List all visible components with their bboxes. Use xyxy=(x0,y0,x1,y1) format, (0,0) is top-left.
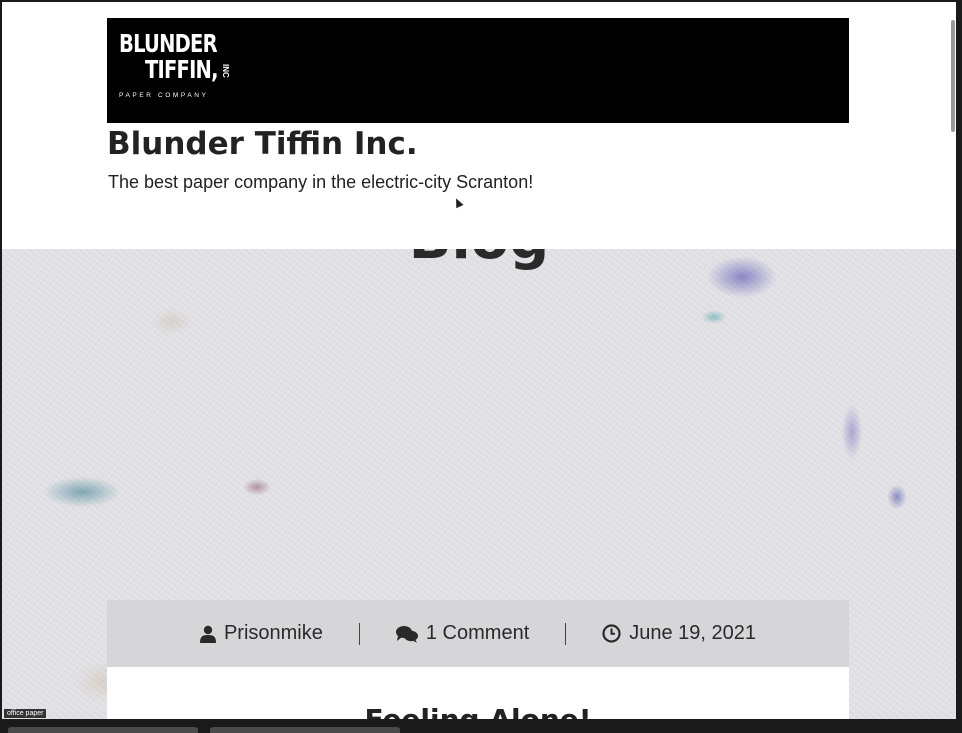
meta-divider xyxy=(358,622,360,645)
taskbar xyxy=(0,719,962,733)
post-meta-bar: Prisonmike 1 Comment June 19, 2021 xyxy=(107,600,849,667)
post-title[interactable]: Feeling Alone! xyxy=(107,703,849,719)
site-header: BLUNDER TIFFIN, INC PAPER COMPANY Blunde… xyxy=(2,2,956,249)
user-icon xyxy=(199,625,216,643)
logo-subtitle: PAPER COMPANY xyxy=(119,92,209,99)
post-author-name: Prisonmike xyxy=(223,622,323,644)
clock-icon xyxy=(602,624,621,643)
comments-icon xyxy=(395,625,418,643)
meta-divider xyxy=(565,622,567,645)
logo-text-line1: BLUNDER xyxy=(119,29,218,58)
logo-banner[interactable]: BLUNDER TIFFIN, INC PAPER COMPANY xyxy=(107,18,849,123)
post-comments-count: 1 Comment xyxy=(425,622,530,644)
taskbar-tab[interactable] xyxy=(210,727,400,733)
mouse-cursor-icon xyxy=(452,196,464,209)
post-card: Feeling Alone! xyxy=(107,667,849,719)
post-date[interactable]: June 19, 2021 xyxy=(602,622,756,645)
post-author[interactable]: Prisonmike xyxy=(199,622,323,645)
post-date-text: June 19, 2021 xyxy=(629,622,757,644)
logo-text-line2: TIFFIN, xyxy=(145,55,219,84)
site-title[interactable]: Blunder Tiffin Inc. xyxy=(107,126,418,162)
site-tagline: The best paper company in the electric-c… xyxy=(108,172,534,192)
scrollbar-thumb[interactable] xyxy=(951,20,955,132)
logo-inc: INC xyxy=(221,64,230,78)
scrollbar[interactable] xyxy=(950,2,956,719)
taskbar-tab[interactable] xyxy=(8,727,198,733)
browser-viewport: Blog BLUNDER TIFFIN, INC PAPER COMPANY B… xyxy=(2,2,956,719)
post-comments-link[interactable]: 1 Comment xyxy=(395,622,530,645)
image-caption: office paper xyxy=(4,709,47,718)
site-logo[interactable]: BLUNDER TIFFIN, INC PAPER COMPANY xyxy=(119,30,249,110)
